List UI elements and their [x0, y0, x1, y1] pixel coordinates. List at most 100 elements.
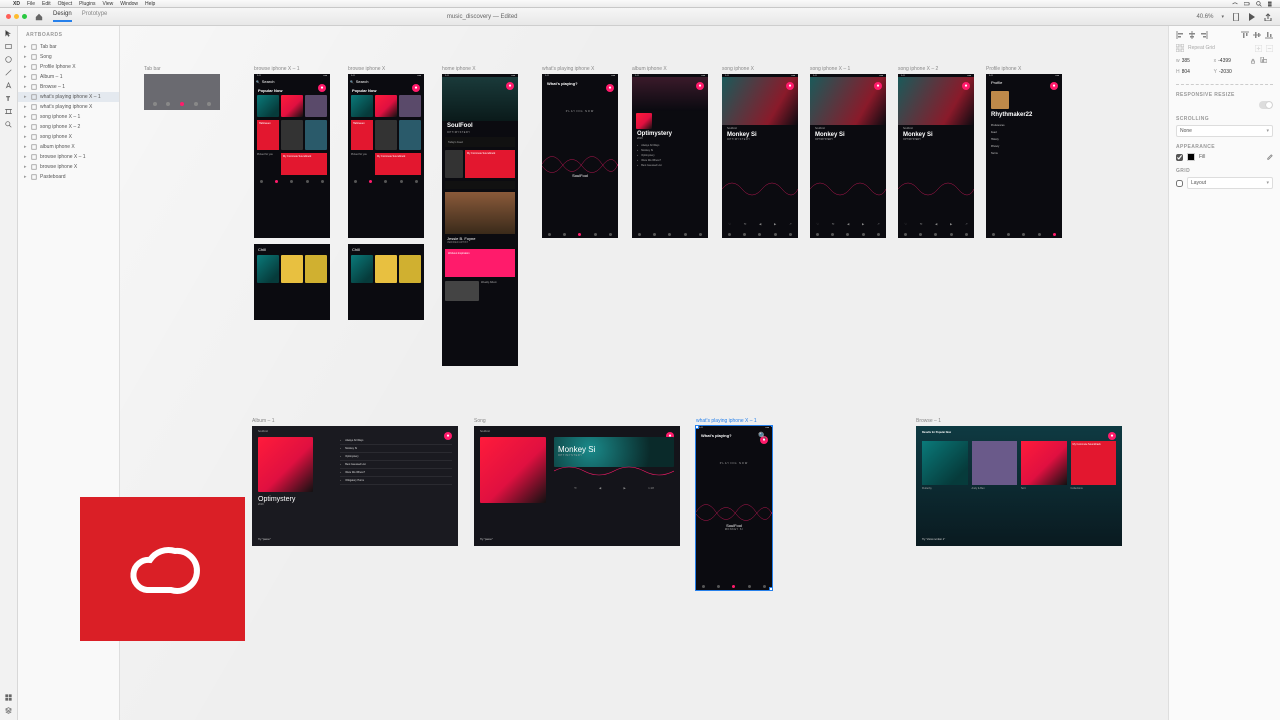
- tab-prototype[interactable]: Prototype: [82, 11, 108, 22]
- artboard-label[interactable]: song iphone X – 2: [898, 66, 938, 72]
- layer-row[interactable]: ▸browse iphone X: [18, 162, 119, 172]
- height-input[interactable]: [1182, 69, 1210, 75]
- artboard-album-big[interactable]: SoulFool ● Optimystery 2019 ▸Always All …: [252, 426, 458, 546]
- menu-file[interactable]: File: [27, 1, 35, 7]
- voice-button[interactable]: ●: [874, 82, 882, 90]
- search-icon[interactable]: [1256, 1, 1262, 7]
- artboard-song-big[interactable]: SoulFool ● Monkey Si OPTIMYSTERY ⟲◀▶1:28…: [474, 426, 680, 546]
- artboard-browse-ext[interactable]: Chill: [348, 244, 424, 320]
- align-vcenter-icon[interactable]: [1253, 31, 1261, 39]
- menu-window[interactable]: Window: [120, 1, 138, 7]
- voice-button[interactable]: ●: [506, 82, 514, 90]
- assets-icon[interactable]: [5, 694, 12, 701]
- orientation-icon[interactable]: [1260, 57, 1267, 64]
- zoom-chevron-icon[interactable]: ▾: [1221, 14, 1224, 20]
- layer-row[interactable]: ▸album iphone X: [18, 142, 119, 152]
- share-icon[interactable]: [1264, 13, 1272, 21]
- play-icon[interactable]: [1248, 13, 1256, 21]
- voice-button[interactable]: ●: [412, 84, 420, 92]
- home-icon[interactable]: [35, 13, 43, 21]
- select-tool-icon[interactable]: [5, 30, 12, 37]
- layer-row[interactable]: ▸Browse – 1: [18, 82, 119, 92]
- artboard-browse-1-ext[interactable]: Chill: [254, 244, 330, 320]
- layers-icon[interactable]: [5, 707, 12, 714]
- layer-row[interactable]: ▸Tab bar: [18, 42, 119, 52]
- menu-view[interactable]: View: [103, 1, 114, 7]
- lock-icon[interactable]: [1250, 58, 1256, 64]
- artboard-label[interactable]: album iphone X: [632, 66, 667, 72]
- phone-preview-icon[interactable]: [1232, 13, 1240, 21]
- width-input[interactable]: [1182, 58, 1210, 64]
- app-name[interactable]: XD: [13, 1, 20, 7]
- artboard-browse-1[interactable]: 9:41●●● 🔍Search ● Popular Now Halloween …: [254, 74, 330, 238]
- artboard-label[interactable]: browse iphone X – 1: [254, 66, 300, 72]
- pen-tool-icon[interactable]: [5, 82, 12, 89]
- rectangle-tool-icon[interactable]: [5, 43, 12, 50]
- align-hcenter-icon[interactable]: [1188, 31, 1196, 39]
- layer-row[interactable]: ▸song iphone X – 1: [18, 112, 119, 122]
- artboard-song[interactable]: 9:41●●● ● SoulFool Monkey Si OPTIMYSTERY…: [722, 74, 798, 238]
- zoom-level[interactable]: 40.6%: [1196, 14, 1213, 20]
- align-right-icon[interactable]: [1200, 31, 1208, 39]
- eyedropper-icon[interactable]: [1266, 154, 1273, 161]
- artboard-label[interactable]: song iphone X: [722, 66, 754, 72]
- voice-button[interactable]: ●: [444, 432, 452, 440]
- line-tool-icon[interactable]: [5, 69, 12, 76]
- repeat-grid-label[interactable]: Repeat Grid: [1188, 45, 1215, 51]
- scrolling-select[interactable]: None▾: [1176, 125, 1273, 137]
- artboard-label[interactable]: Profile iphone X: [986, 66, 1021, 72]
- fill-checkbox[interactable]: [1176, 154, 1183, 161]
- artboard-label[interactable]: Album – 1: [252, 418, 275, 424]
- artboard-browse-big[interactable]: Results for Popular Now ● Flutterby Andy…: [916, 426, 1122, 546]
- artboard-home[interactable]: 9:41●●● ● SoulFool OPTIMYSTERY Today's F…: [442, 74, 518, 366]
- layer-row[interactable]: ▸what's playing iphone X: [18, 102, 119, 112]
- layer-row[interactable]: ▸browse iphone X – 1: [18, 152, 119, 162]
- voice-button[interactable]: ●: [318, 84, 326, 92]
- artboard-album[interactable]: 9:41●●● ● Optimystery 2019 ▸Always All W…: [632, 74, 708, 238]
- align-top-icon[interactable]: [1241, 31, 1249, 39]
- voice-button[interactable]: ●: [1108, 432, 1116, 440]
- zoom-tool-icon[interactable]: [5, 121, 12, 128]
- voice-button[interactable]: ●: [1050, 82, 1058, 90]
- voice-button[interactable]: ●: [606, 84, 614, 92]
- layer-row[interactable]: ▸Song: [18, 52, 119, 62]
- artboard-label[interactable]: what's playing iphone X – 1: [696, 418, 757, 424]
- artboard-tabbar[interactable]: [144, 74, 220, 110]
- layer-row[interactable]: ▸song iphone X – 2: [18, 122, 119, 132]
- voice-button[interactable]: ●: [962, 82, 970, 90]
- add-icon[interactable]: [1255, 45, 1262, 52]
- canvas[interactable]: Tab bar browse iphone X – 1 9:41●●● 🔍Sea…: [120, 26, 1168, 720]
- artboard-tool-icon[interactable]: [5, 108, 12, 115]
- text-tool-icon[interactable]: T: [5, 95, 12, 102]
- layer-row[interactable]: ▸Pasteboard: [18, 172, 119, 182]
- layer-row[interactable]: ▸what's playing iphone X – 1: [18, 92, 119, 102]
- artboard-playing[interactable]: 9:41●●● What's playing? ● PLAYING NOW So…: [542, 74, 618, 238]
- fill-swatch[interactable]: [1187, 153, 1195, 161]
- window-controls[interactable]: [0, 14, 33, 19]
- artboard-label[interactable]: browse iphone X: [348, 66, 385, 72]
- layer-row[interactable]: ▸Album – 1: [18, 72, 119, 82]
- voice-button[interactable]: ●: [786, 82, 794, 90]
- y-input[interactable]: [1219, 69, 1247, 75]
- artboard-label[interactable]: Tab bar: [144, 66, 161, 72]
- artboard-song-1[interactable]: 9:41●●●● SoulFool Monkey Si OPTIMYSTERY …: [810, 74, 886, 238]
- subtract-icon[interactable]: [1266, 45, 1273, 52]
- artboard-label[interactable]: Song: [474, 418, 486, 424]
- responsive-toggle[interactable]: [1259, 101, 1273, 109]
- artboard-label[interactable]: song iphone X – 1: [810, 66, 850, 72]
- menu-plugins[interactable]: Plugins: [79, 1, 95, 7]
- menu-help[interactable]: Help: [145, 1, 155, 7]
- artboard-song-2[interactable]: 9:41●●●● SoulFool Monkey Si OPTIMYSTERY …: [898, 74, 974, 238]
- ellipse-tool-icon[interactable]: [5, 56, 12, 63]
- artboard-label[interactable]: what's playing iphone X: [542, 66, 594, 72]
- layer-row[interactable]: ▸song iphone X: [18, 132, 119, 142]
- layout-checkbox[interactable]: [1176, 180, 1183, 187]
- align-left-icon[interactable]: [1176, 31, 1184, 39]
- artboard-profile[interactable]: 9:41●●● Profile ● Rhythmaker22 Preferenc…: [986, 74, 1062, 238]
- layer-row[interactable]: ▸Profile Iphone X: [18, 62, 119, 72]
- artboard-label[interactable]: Browse – 1: [916, 418, 941, 424]
- x-input[interactable]: [1218, 58, 1246, 64]
- artboard-playing-selected[interactable]: 9:41●●● What's playing? ● PLAYING NOW So…: [696, 426, 772, 590]
- align-bottom-icon[interactable]: [1265, 31, 1273, 39]
- artboard-browse[interactable]: 9:41●●● 🔍Search ● Popular Now Halloween …: [348, 74, 424, 238]
